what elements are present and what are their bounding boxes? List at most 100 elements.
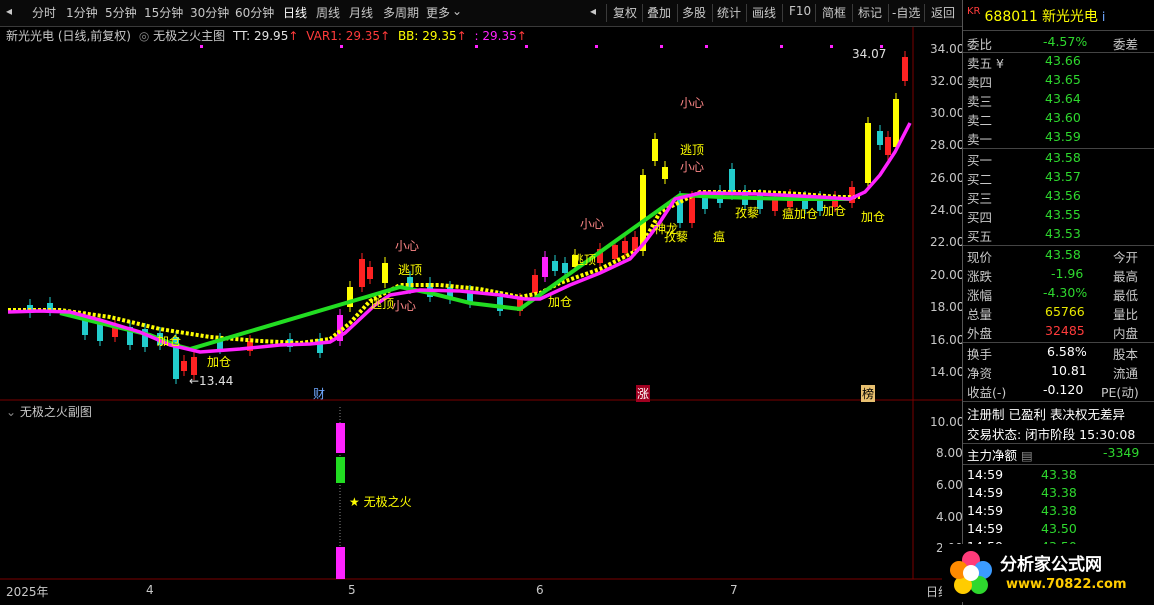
event-marker-bang[interactable]: 榜 xyxy=(861,385,876,402)
jiankuang-button[interactable]: 简框 xyxy=(822,4,846,21)
ask-price[interactable]: 43.66 xyxy=(1045,53,1081,68)
sub-tick-label: 4.00 xyxy=(936,510,963,524)
toolbar-left-arrow-icon[interactable]: ◂ xyxy=(6,4,12,18)
price-tick-label: 32.00 xyxy=(930,74,965,88)
diejia-button[interactable]: 叠加 xyxy=(647,4,671,21)
stat-value: -0.120 xyxy=(1043,382,1084,397)
price-tick-label: 22.00 xyxy=(930,235,965,249)
stat-right-label: 量比 xyxy=(1113,307,1139,322)
stat-label: 换手 xyxy=(967,347,993,362)
duogu-button[interactable]: 多股 xyxy=(682,4,706,21)
fuquan-button[interactable]: 复权 xyxy=(613,4,637,21)
more-chevron-down-icon[interactable]: ⌄ xyxy=(452,4,462,18)
signal-dot xyxy=(525,45,528,48)
toolbar-divider xyxy=(746,4,747,22)
chart-area: 新光光电 (日线,前复权) ◎ 无极之火主图 TT: 29.95↑ VAR1: … xyxy=(0,27,965,605)
back-button[interactable]: 返回 xyxy=(931,4,955,21)
ask-label: 卖三 xyxy=(967,94,993,109)
tab-fenshi[interactable]: 分时 xyxy=(32,4,56,21)
stat-value: 32485 xyxy=(1045,323,1085,338)
sub-chart-legend: ★ 无极之火 xyxy=(349,495,412,509)
candlestick xyxy=(885,137,891,155)
bid-price[interactable]: 43.55 xyxy=(1045,207,1081,222)
stat-label: 现价 xyxy=(967,250,993,265)
price-tick-label: 14.00 xyxy=(930,365,965,379)
candlestick xyxy=(702,197,708,209)
period-toolbar: ◂ 分时 1分钟 5分钟 15分钟 30分钟 60分钟 日线 周线 月线 多周期… xyxy=(0,0,962,27)
flow-chart-icon[interactable]: ▤ xyxy=(1021,448,1033,463)
candlestick xyxy=(562,263,568,273)
signal-annotation: 孜藜 xyxy=(664,230,689,244)
sub-tick-label: 6.00 xyxy=(936,478,963,492)
signal-dot xyxy=(705,45,708,48)
market-tag: KR xyxy=(967,6,981,17)
f10-button[interactable]: F10 xyxy=(789,4,811,18)
biaoji-button[interactable]: 标记 xyxy=(858,4,882,21)
tab-15min[interactable]: 15分钟 xyxy=(144,4,183,21)
stat-right-label: 今开 xyxy=(1113,250,1139,265)
signal-annotation: 孜藜 xyxy=(735,206,760,220)
toolbar-divider xyxy=(712,4,713,22)
ask-label: 卖四 xyxy=(967,75,993,90)
tab-1min[interactable]: 1分钟 xyxy=(66,4,98,21)
event-marker-cai[interactable]: 财 xyxy=(313,385,325,402)
ask-price[interactable]: 43.64 xyxy=(1045,91,1081,106)
tongji-button[interactable]: 统计 xyxy=(717,4,741,21)
registration-info: 注册制 已盈利 表决权无差异 xyxy=(967,407,1125,422)
ask-price[interactable]: 43.65 xyxy=(1045,72,1081,87)
info-icon[interactable]: i xyxy=(1102,9,1105,24)
tab-multi-period[interactable]: 多周期 xyxy=(383,4,419,21)
stat-right-label: 最高 xyxy=(1113,269,1139,284)
stat-right-label: PE(动) xyxy=(1101,385,1139,400)
tab-weekly[interactable]: 周线 xyxy=(316,4,340,21)
sub-indicator-name[interactable]: 无极之火副图 xyxy=(20,405,92,419)
price-tick-label: 24.00 xyxy=(930,203,965,217)
tab-daily[interactable]: 日线 xyxy=(283,4,307,21)
toolbar-expand-left-icon[interactable]: ◂ xyxy=(590,4,596,18)
sub-tick-label: 8.00 xyxy=(936,446,963,460)
event-marker-zhang[interactable]: 涨 xyxy=(636,385,651,402)
tick-time: 14:59 xyxy=(967,485,1004,500)
signal-annotation: 小心 xyxy=(395,239,420,253)
price-tick-label: 16.00 xyxy=(930,333,965,347)
watermark-url: www.70822.com xyxy=(1006,577,1127,592)
tab-more[interactable]: 更多 xyxy=(426,4,450,21)
signal-annotation: 瘟 xyxy=(713,230,726,244)
candlestick xyxy=(893,99,899,147)
main-flow-label-text: 主力净额 xyxy=(967,448,1018,463)
signal-dot xyxy=(660,45,663,48)
signal-dot xyxy=(340,45,343,48)
price-tick-label: 20.00 xyxy=(930,268,965,282)
tab-30min[interactable]: 30分钟 xyxy=(190,4,229,21)
tab-5min[interactable]: 5分钟 xyxy=(105,4,137,21)
price-tick-label: 26.00 xyxy=(930,171,965,185)
zixuan-button[interactable]: -自选 xyxy=(892,4,920,21)
kline-chart[interactable] xyxy=(0,27,962,605)
toolbar-divider xyxy=(677,4,678,22)
stat-right-label: 股本 xyxy=(1113,347,1139,362)
tab-monthly[interactable]: 月线 xyxy=(349,4,373,21)
stat-value: 65766 xyxy=(1045,304,1085,319)
signal-annotation: 加仓 xyxy=(861,210,886,224)
stat-label: 涨幅 xyxy=(967,288,993,303)
bid-price[interactable]: 43.57 xyxy=(1045,169,1081,184)
signal-annotation: 逃顶 xyxy=(370,297,395,311)
signal-annotation: 小心 xyxy=(580,217,605,231)
flower-logo-icon xyxy=(950,551,992,594)
bid-price[interactable]: 43.53 xyxy=(1045,226,1081,241)
tab-60min[interactable]: 60分钟 xyxy=(235,4,274,21)
sub-indicator-collapse-icon[interactable]: ⌄ xyxy=(6,405,16,419)
bid-label: 买一 xyxy=(967,153,993,168)
signal-annotation: 小心 xyxy=(680,160,705,174)
x-axis-label: 6 xyxy=(536,583,544,597)
huaxian-button[interactable]: 画线 xyxy=(752,4,776,21)
candlestick xyxy=(542,257,548,277)
signal-dot xyxy=(475,45,478,48)
ask-price[interactable]: 43.60 xyxy=(1045,110,1081,125)
stat-value: -1.96 xyxy=(1051,266,1084,281)
ask-price[interactable]: 43.59 xyxy=(1045,129,1081,144)
stat-label: 净资 xyxy=(967,366,993,381)
ask-label: 卖五 ¥ xyxy=(967,56,1004,71)
bid-price[interactable]: 43.58 xyxy=(1045,150,1081,165)
bid-price[interactable]: 43.56 xyxy=(1045,188,1081,203)
